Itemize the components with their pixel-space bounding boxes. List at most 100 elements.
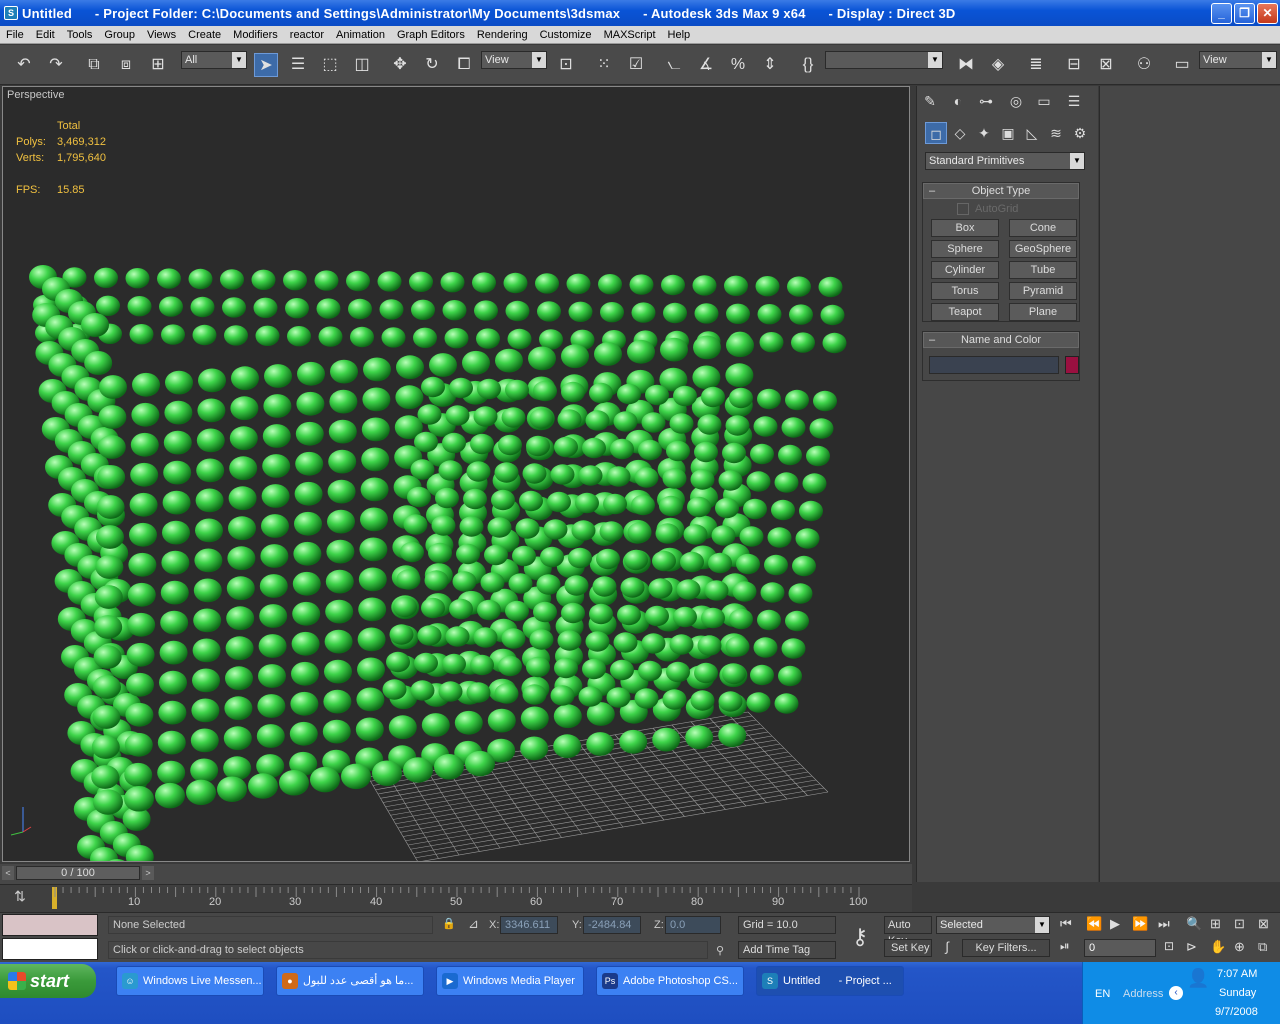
maxscript-listener-pink[interactable] — [2, 914, 98, 936]
menu-reactor[interactable]: reactor — [284, 29, 330, 41]
time-slider[interactable]: 0 / 100 — [16, 866, 140, 880]
geometry-icon[interactable]: ◻ — [925, 122, 947, 144]
y-coord-field[interactable]: -2484.84 — [583, 916, 641, 934]
unlink-icon[interactable]: ⧈ — [114, 53, 138, 77]
teapot-button[interactable]: Teapot — [931, 303, 999, 321]
ref-coord-dropdown[interactable]: View ▼ — [481, 51, 547, 69]
cone-button[interactable]: Cone — [1009, 219, 1077, 237]
absolute-mode-icon[interactable]: ⊿ — [468, 916, 479, 932]
select-link-icon[interactable]: ⧉ — [82, 53, 106, 77]
z-coord-field[interactable]: 0.0 — [665, 916, 721, 934]
play-icon[interactable]: ▶ — [1110, 916, 1120, 932]
keyboard-shortcut-icon[interactable]: ☑ — [624, 53, 648, 77]
named-selection-dropdown[interactable]: ▼ — [825, 51, 943, 69]
menu-modifiers[interactable]: Modifiers — [227, 29, 284, 41]
pyramid-button[interactable]: Pyramid — [1009, 282, 1077, 300]
menu-group[interactable]: Group — [98, 29, 141, 41]
previous-frame-icon[interactable]: ⏪ — [1086, 916, 1102, 932]
taskbar-item-photoshop[interactable]: Ps Adobe Photoshop CS... — [596, 966, 744, 996]
object-type-header[interactable]: – Object Type — [923, 183, 1079, 199]
maxscript-listener-white[interactable] — [2, 938, 98, 960]
zoom-icon[interactable]: 🔍 — [1186, 916, 1202, 932]
menu-animation[interactable]: Animation — [330, 29, 391, 41]
default-tangent-icon[interactable]: ∫ — [936, 939, 958, 957]
window-crossing-icon[interactable]: ◫ — [350, 53, 374, 77]
align-icon[interactable]: ◈ — [986, 53, 1010, 77]
tube-button[interactable]: Tube — [1009, 261, 1077, 279]
motion-tab-icon[interactable]: ◎ — [1005, 90, 1027, 112]
track-bar[interactable]: ⇅ 10 20 30 40 50 60 70 80 90 100 — [0, 884, 912, 912]
rectangular-selection-icon[interactable]: ⬚ — [318, 53, 342, 77]
chevron-right-icon[interactable]: > — [142, 866, 154, 880]
create-tab-icon[interactable]: ✎ — [919, 90, 941, 112]
go-to-end-icon[interactable]: ⏭ — [1158, 916, 1170, 932]
lights-icon[interactable]: ✦ — [973, 122, 995, 144]
box-button[interactable]: Box — [931, 219, 999, 237]
taskbar-item-media-player[interactable]: ▶ Windows Media Player — [436, 966, 584, 996]
select-by-name-icon[interactable]: ☰ — [286, 53, 310, 77]
mirror-icon[interactable]: ⧓ — [954, 53, 978, 77]
time-config-icon[interactable]: ⊡ — [1164, 939, 1174, 953]
address-label[interactable]: Address — [1123, 988, 1163, 1000]
taskbar-item-messenger[interactable]: ☺ Windows Live Messen... — [116, 966, 264, 996]
helpers-icon[interactable]: ◺ — [1021, 122, 1043, 144]
select-object-icon[interactable]: ➤ — [254, 53, 278, 77]
key-icon[interactable]: ⚷ — [840, 915, 880, 959]
curve-editor-icon[interactable]: ⊟ — [1062, 53, 1086, 77]
key-mode-dropdown[interactable]: Selected ▼ — [936, 916, 1050, 934]
user-icon[interactable]: 👤 — [1187, 968, 1209, 989]
menu-views[interactable]: Views — [141, 29, 182, 41]
perspective-viewport[interactable]: Perspective Total Polys: 3,469,312 Verts… — [2, 86, 910, 862]
menu-customize[interactable]: Customize — [534, 29, 598, 41]
menu-help[interactable]: Help — [662, 29, 697, 41]
space-warps-icon[interactable]: ≋ — [1045, 122, 1067, 144]
schematic-view-icon[interactable]: ⊠ — [1094, 53, 1118, 77]
key-mode-toggle-icon[interactable]: ⏯ — [1060, 939, 1070, 954]
object-name-field[interactable] — [929, 356, 1059, 374]
category-dropdown[interactable]: Standard Primitives ▼ — [925, 152, 1085, 170]
scale-icon[interactable]: ⧠ — [452, 53, 476, 77]
render-view-dropdown[interactable]: View ▼ — [1199, 51, 1277, 69]
move-icon[interactable]: ✥ — [388, 53, 412, 77]
modify-tab-icon[interactable]: ◐ — [947, 90, 969, 112]
object-color-swatch[interactable] — [1065, 356, 1079, 374]
clock-time[interactable]: 7:07 AM — [1217, 968, 1257, 980]
zoom-all-icon[interactable]: ⊞ — [1210, 916, 1221, 932]
set-key-button[interactable]: Set Key — [884, 939, 932, 957]
zoom-extents-icon[interactable]: ⊡ — [1234, 916, 1245, 932]
sphere-button[interactable]: Sphere — [931, 240, 999, 258]
display-tab-icon[interactable]: ▭ — [1033, 90, 1055, 112]
menu-create[interactable]: Create — [182, 29, 227, 41]
maximize-viewport-icon[interactable]: ⧉ — [1258, 939, 1267, 955]
cylinder-button[interactable]: Cylinder — [931, 261, 999, 279]
name-color-header[interactable]: – Name and Color — [923, 332, 1079, 348]
close-button[interactable]: ✕ — [1257, 3, 1278, 24]
next-frame-icon[interactable]: ⏩ — [1132, 916, 1148, 932]
script-icon[interactable]: ⚲ — [716, 944, 724, 957]
render-scene-icon[interactable]: ▭ — [1170, 53, 1194, 77]
chevron-left-icon[interactable]: < — [2, 866, 14, 880]
systems-icon[interactable]: ⚙ — [1069, 122, 1091, 144]
auto-key-button[interactable]: Auto Key — [884, 916, 932, 947]
undo-icon[interactable]: ↶ — [12, 53, 36, 77]
bind-space-warp-icon[interactable]: ⊞ — [146, 53, 170, 77]
lock-icon[interactable]: 🔒 — [442, 917, 456, 930]
hierarchy-tab-icon[interactable]: ⊶ — [975, 90, 997, 112]
plane-button[interactable]: Plane — [1009, 303, 1077, 321]
pan-icon[interactable]: ✋ — [1210, 939, 1226, 955]
material-editor-icon[interactable]: ⚇ — [1132, 53, 1156, 77]
selection-filter-dropdown[interactable]: All ▼ — [181, 51, 247, 69]
3dsmax-app-icon[interactable]: S — [4, 6, 18, 20]
menu-rendering[interactable]: Rendering — [471, 29, 534, 41]
add-time-tag-button[interactable]: Add Time Tag — [738, 941, 836, 959]
x-coord-field[interactable]: 3346.611 — [500, 916, 558, 934]
chevron-left-icon[interactable]: ‹ — [1169, 986, 1183, 1000]
pivot-center-icon[interactable]: ⊡ — [554, 53, 578, 77]
restore-button[interactable]: ❐ — [1234, 3, 1255, 24]
current-frame-field[interactable]: 0 — [1084, 939, 1156, 957]
menu-file[interactable]: File — [0, 29, 30, 41]
named-selection-icon[interactable]: {} — [796, 53, 820, 77]
redo-icon[interactable]: ↷ — [44, 53, 68, 77]
menu-maxscript[interactable]: MAXScript — [598, 29, 662, 41]
layer-manager-icon[interactable]: ≣ — [1024, 53, 1048, 77]
